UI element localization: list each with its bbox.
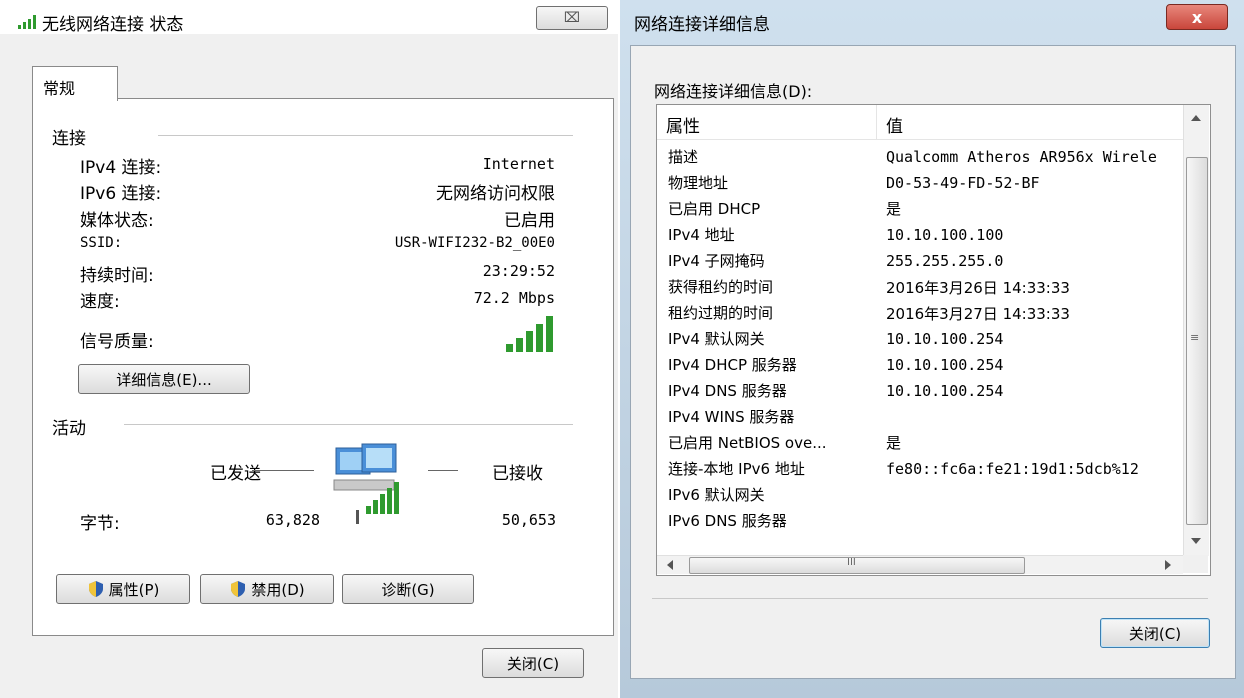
media-state-value: 已启用 (504, 211, 555, 231)
row-property: 获得租约的时间 (668, 278, 774, 296)
grip-icon: ≡ (1190, 331, 1200, 344)
header-property[interactable]: 属性 (666, 112, 700, 137)
details-button[interactable]: 详细信息(E)... (78, 364, 250, 394)
ssid-label: SSID: (80, 235, 123, 251)
row-property: 描述 (668, 148, 699, 166)
row-property: IPv4 地址 (668, 226, 735, 244)
row-property: IPv4 DHCP 服务器 (668, 356, 797, 374)
received-bytes-value: 50,653 (501, 511, 556, 529)
ssid-value: USR-WIFI232-B2_00E0 (394, 235, 555, 251)
properties-button[interactable]: 属性(P) (56, 574, 190, 604)
header-divider (876, 105, 877, 139)
tab-general[interactable]: 常规 (32, 66, 118, 101)
list-header (657, 105, 1183, 140)
row-property: IPv4 DNS 服务器 (668, 382, 787, 400)
row-value: 10.10.100.254 (886, 330, 1004, 348)
window-title: 无线网络连接 状态 (42, 15, 184, 35)
row-property: 物理地址 (668, 174, 729, 192)
status-window: 无线网络连接 状态 ⌧ 常规 连接 IPv4 连接: Internet IPv6… (0, 0, 618, 698)
row-property: IPv4 子网掩码 (668, 252, 765, 270)
grip-icon: III (847, 557, 856, 568)
row-property: IPv6 默认网关 (668, 486, 765, 504)
details-list-label: 网络连接详细信息(D): (654, 82, 813, 101)
activity-group-label: 活动 (52, 419, 86, 439)
sent-line (252, 470, 314, 471)
received-label: 已接收 (492, 464, 543, 484)
wifi-signal-icon (18, 15, 36, 29)
connection-group-label: 连接 (52, 129, 86, 149)
ipv4-connectivity-label: IPv4 连接: (80, 158, 162, 178)
ipv6-connectivity-label: IPv6 连接: (80, 184, 162, 204)
diagnose-button[interactable]: 诊断(G) (342, 574, 474, 604)
row-property: IPv4 默认网关 (668, 330, 765, 348)
row-value: 10.10.100.254 (886, 382, 1004, 400)
details-rows: 描述 Qualcomm Atheros AR956x Wirele 物理地址 D… (668, 146, 1183, 542)
row-value: 255.255.255.0 (886, 252, 1004, 270)
row-value: fe80::fc6a:fe21:19d1:5dcb%12 (886, 460, 1139, 478)
network-activity-icon (333, 443, 399, 524)
signal-quality-label: 信号质量: (80, 332, 154, 352)
sent-label: 已发送 (210, 464, 261, 484)
divider (158, 135, 573, 136)
properties-label: 属性(P) (108, 580, 160, 599)
row-value: 是 (886, 434, 902, 452)
bytes-label: 字节: (80, 514, 120, 534)
media-state-label: 媒体状态: (80, 211, 154, 231)
shield-icon (88, 581, 103, 597)
row-property: 连接-本地 IPv6 地址 (668, 460, 805, 478)
row-property: 租约过期的时间 (668, 304, 774, 322)
header-value[interactable]: 值 (886, 112, 903, 137)
row-value: 10.10.100.254 (886, 356, 1004, 374)
disable-label: 禁用(D) (251, 580, 305, 599)
details-title: 网络连接详细信息 (634, 15, 770, 35)
row-value: 2016年3月26日 14:33:33 (886, 279, 1070, 297)
row-value: D0-53-49-FD-52-BF (886, 174, 1040, 192)
row-value: 是 (886, 200, 902, 218)
row-property: 已启用 DHCP (668, 200, 761, 218)
divider (652, 598, 1208, 599)
ipv4-connectivity-value: Internet (482, 155, 555, 173)
row-property: IPv4 WINS 服务器 (668, 408, 795, 426)
ipv6-connectivity-value: 无网络访问权限 (436, 184, 555, 204)
close-window-button[interactable]: ⌧ (536, 6, 608, 30)
duration-label: 持续时间: (80, 266, 154, 286)
close-icon: x (1191, 7, 1203, 27)
signal-bars-icon (506, 316, 553, 352)
scroll-down-icon[interactable] (1191, 538, 1201, 544)
close-window-button[interactable]: x (1166, 4, 1228, 30)
row-value: Qualcomm Atheros AR956x Wirele (886, 148, 1157, 166)
row-value: 2016年3月27日 14:33:33 (886, 305, 1070, 323)
row-property: IPv6 DNS 服务器 (668, 512, 787, 530)
vertical-scrollbar[interactable]: ≡ (1183, 105, 1209, 556)
sent-bytes-value: 63,828 (265, 511, 320, 529)
divider (124, 424, 573, 425)
horizontal-scrollbar[interactable]: III (657, 555, 1183, 574)
scroll-corner (1183, 555, 1208, 573)
shield-icon (231, 581, 246, 597)
tab-label: 常规 (43, 79, 76, 98)
details-close-button[interactable]: 关闭(C) (1100, 618, 1210, 648)
duration-value: 23:29:52 (482, 262, 555, 280)
scroll-left-icon[interactable] (667, 560, 673, 570)
close-button[interactable]: 关闭(C) (482, 648, 584, 678)
speed-value: 72.2 Mbps (473, 289, 555, 307)
close-icon: ⌧ (563, 10, 581, 26)
recv-line (428, 470, 458, 471)
scroll-up-icon[interactable] (1191, 115, 1201, 121)
h-scroll-thumb[interactable] (689, 557, 1025, 574)
disable-button[interactable]: 禁用(D) (200, 574, 334, 604)
row-value: 10.10.100.100 (886, 226, 1004, 244)
row-property: 已启用 NetBIOS ove... (668, 434, 827, 452)
speed-label: 速度: (80, 292, 120, 312)
scroll-right-icon[interactable] (1165, 560, 1171, 570)
